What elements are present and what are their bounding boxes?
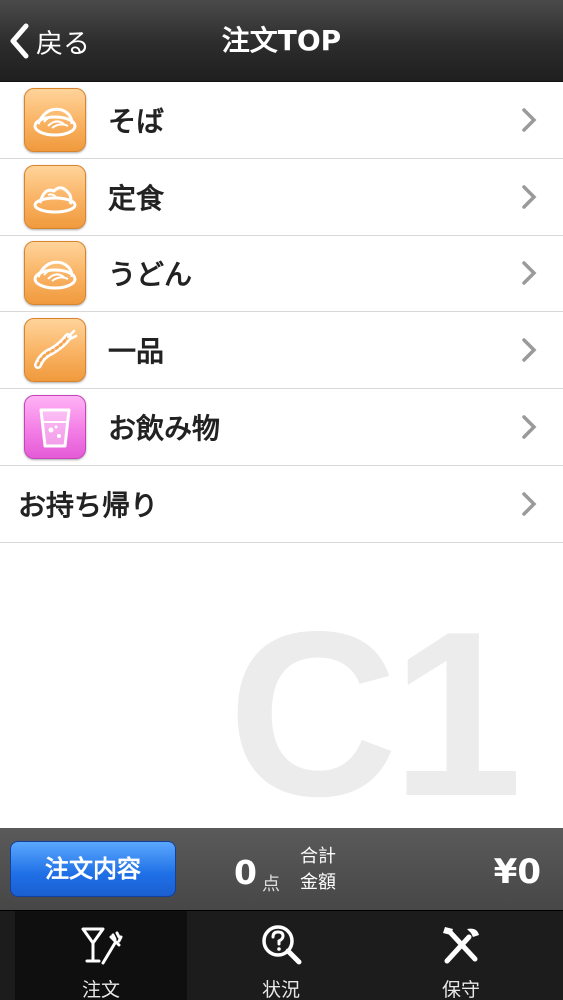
set-meal-icon <box>24 164 86 229</box>
menu-item-label: お飲み物 <box>108 412 221 446</box>
soba-icon <box>24 87 86 152</box>
item-count: 0 <box>234 853 257 892</box>
tab-order[interactable]: 注文 <box>15 911 187 1000</box>
total-label-line2: 金額 <box>300 872 336 893</box>
menu-item-drinks[interactable]: お飲み物 <box>0 389 563 466</box>
search-question-icon <box>259 923 303 967</box>
chevron-right-icon <box>522 261 537 286</box>
drink-icon <box>24 395 86 460</box>
order-summary-bar: 注文内容 0 点 合計 金額 ¥0 <box>0 828 563 910</box>
order-details-button[interactable]: 注文内容 <box>10 841 176 897</box>
menu-item-label: 定食 <box>108 181 165 215</box>
tools-icon <box>439 923 483 967</box>
nav-header: 戻る 注文TOP <box>0 0 563 82</box>
menu-item-label: 一品 <box>108 335 165 369</box>
menu-item-takeout[interactable]: お持ち帰り <box>0 465 563 543</box>
table-number-watermark: C1 <box>228 582 522 845</box>
menu-item-soba[interactable]: そば <box>0 82 563 159</box>
tempura-icon <box>24 318 86 383</box>
chevron-right-icon <box>522 338 537 363</box>
chevron-right-icon <box>522 492 537 516</box>
page-title: 注文TOP <box>221 24 342 57</box>
chevron-right-icon <box>522 108 537 132</box>
menu-item-label: うどん <box>108 258 193 292</box>
menu-item-label: お持ち帰り <box>18 488 159 522</box>
chevron-right-icon <box>522 184 537 209</box>
total-label-line1: 合計 <box>300 846 336 867</box>
udon-icon <box>24 241 86 306</box>
cocktail-fork-icon <box>79 923 123 967</box>
tab-maintenance[interactable]: 保守 <box>375 911 547 1000</box>
total-amount: ¥0 <box>493 852 541 892</box>
tab-label: 状況 <box>261 979 300 1000</box>
menu-item-label: そば <box>108 104 165 138</box>
menu-item-teishoku[interactable]: 定食 <box>0 158 563 236</box>
menu-item-udon[interactable]: うどん <box>0 235 563 313</box>
category-list: そば 定食 うどん 一品 お飲み物 お持ち帰り <box>0 82 563 543</box>
item-count-unit: 点 <box>262 874 280 895</box>
tab-bar: 注文 状況 保守 <box>0 910 563 1000</box>
chevron-right-icon <box>522 415 537 439</box>
tab-status[interactable]: 状況 <box>195 911 367 1000</box>
tab-label: 保守 <box>441 979 480 1000</box>
tab-label: 注文 <box>81 979 120 1000</box>
menu-item-ippin[interactable]: 一品 <box>0 312 563 390</box>
total-label: 合計 金額 <box>300 844 336 896</box>
